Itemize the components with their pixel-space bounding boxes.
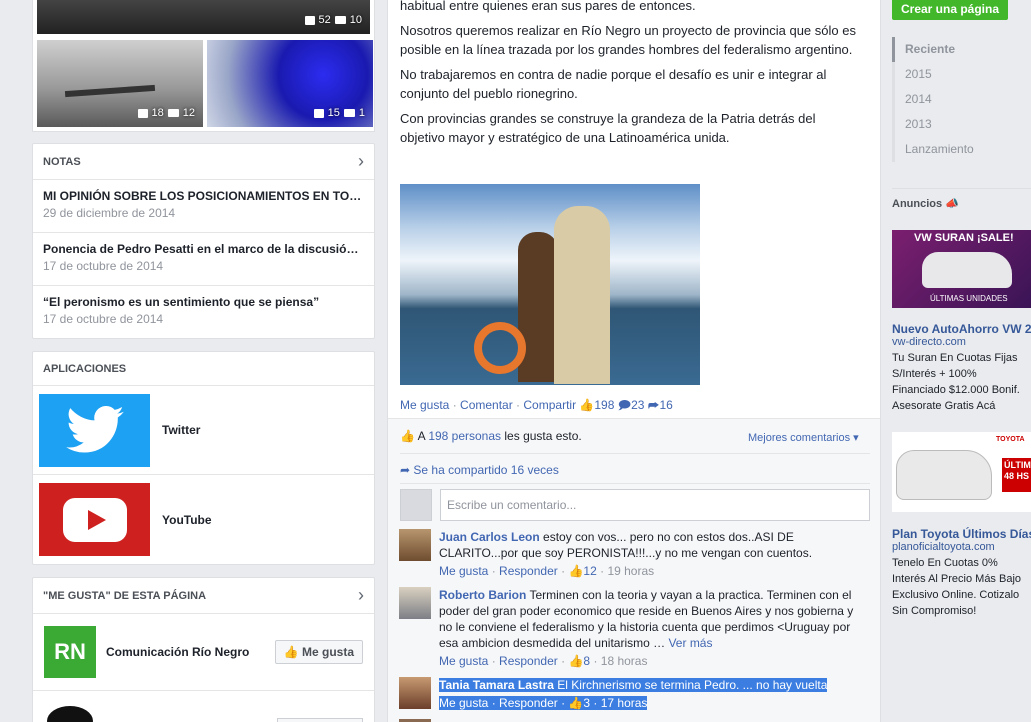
apps-card: APLICACIONES Twitter YouTube [32,351,375,565]
post-text: habitual entre quienes eran sus pares de… [400,0,856,145]
thumb-up-icon: 👍 [568,654,584,668]
apps-header: APLICACIONES [33,352,374,386]
note-item[interactable]: “El peronismo es un sentimiento que se p… [33,286,374,339]
rn-logo[interactable]: RN [44,626,96,678]
chevron-right-icon[interactable]: › [358,585,364,606]
car-shape [896,450,992,500]
like-page-button[interactable]: 👍 Me gusta [274,640,363,664]
youtube-icon[interactable] [39,483,150,556]
year-recent[interactable]: Reciente [892,37,1031,62]
app-twitter[interactable]: Twitter [33,386,374,475]
like-icon [313,108,324,118]
share-icon[interactable]: ➦ [648,398,660,412]
like-link[interactable]: Me gusta [400,398,449,412]
right-sidebar: Crear una página Reciente 2015 2014 2013… [892,0,1031,722]
note-item[interactable]: Ponencia de Pedro Pesatti en el marco de… [33,233,374,286]
app-youtube[interactable]: YouTube [33,475,374,564]
like-page-button[interactable] [277,718,363,722]
person-shape [518,232,558,382]
photo-tile[interactable]: 52 10 [37,0,370,34]
thumb-up-icon: 👍 [400,429,415,443]
shared-link[interactable]: ➦ Se ha compartido 16 veces [400,463,559,477]
avatar[interactable] [47,706,93,722]
year-2015[interactable]: 2015 [892,62,1031,87]
avatar[interactable] [399,677,431,709]
divider [892,188,1031,189]
comment-item: Tania Tamara Lastra El Kirchnerismo se t… [399,677,869,711]
create-page-button[interactable]: Crear una página [892,0,1008,20]
divider [400,483,870,484]
top-comments-dropdown[interactable]: Mejores comentarios ▾ [748,431,859,444]
avatar[interactable] [399,587,431,619]
photo-stats: 15 1 [313,107,365,119]
share-link[interactable]: Compartir [523,398,576,412]
avatar [400,489,432,521]
photo-tile[interactable]: 18 12 [37,40,203,127]
photo-stats: 52 10 [304,14,362,26]
page-likes-header[interactable]: "ME GUSTA" DE ESTA PÁGINA › [33,578,374,614]
year-2013[interactable]: 2013 [892,112,1031,137]
chevron-right-icon[interactable]: › [358,151,364,172]
liked-page-item[interactable]: RN Comunicación Río Negro 👍 Me gusta [33,614,374,691]
share-icon: ➦ [400,463,411,477]
caret-down-icon: ▾ [853,432,859,444]
like-icon [137,108,148,118]
photo-stats: 18 12 [137,107,195,119]
notes-card: NOTAS › MI OPINIÓN SOBRE LOS POSICIONAMIE… [32,143,375,339]
ad-banner-vw[interactable]: VW SURAN ¡SALE! ÚLTIMAS UNIDADES [892,230,1031,308]
ad-text-toyota: Plan Toyota Últimos Días planoficialtoyo… [892,527,1031,617]
comment-item: Juan Carlos Leon estoy con vos... pero n… [399,529,869,579]
note-item[interactable]: MI OPINIÓN SOBRE LOS POSICIONAMIENTOS EN… [33,180,374,233]
thumb-up-icon: 👍 [568,696,584,710]
page-likes-card: "ME GUSTA" DE ESTA PÁGINA › RN Comunicaci… [32,577,375,722]
comment-input[interactable]: Escribe un comentario... [440,489,870,521]
photo-tile[interactable]: 15 1 [207,40,373,127]
comment-icon[interactable]: 🗩 [618,398,631,412]
megaphone-icon: 📣 [945,198,959,210]
liked-page-name[interactable]: Comunicación Río Negro [106,645,275,659]
photos-card: 52 10 18 12 15 1 [32,0,375,132]
person-shape [554,206,610,384]
year-nav: Reciente 2015 2014 2013 Lanzamiento [892,37,1031,162]
comment-link[interactable]: Comentar [460,398,513,412]
year-launch[interactable]: Lanzamiento [892,137,1031,162]
ads-header: Anuncios 📣 [892,198,959,210]
thumb-up-icon[interactable]: 👍 [579,398,594,412]
year-2014[interactable]: 2014 [892,87,1031,112]
thumb-up-icon: 👍 [568,564,584,578]
liked-by: 👍 A 198 personas les gusta esto. [400,429,582,443]
comment-icon [343,109,355,117]
ad-banner-toyota[interactable]: TOYOTA ÚLTIMAS 48 HS [892,432,1031,512]
comment-icon [334,16,346,24]
post-actions: Me gusta · Comentar · Compartir 👍198 🗩23… [400,398,673,412]
divider [400,453,870,454]
comment-icon [167,109,179,117]
twitter-icon[interactable] [39,393,150,467]
airplane-shape [64,84,156,98]
ad-text-vw: Nuevo AutoAhorro VW 201 vw-directo.com T… [892,322,1031,412]
like-icon [304,15,315,25]
avatar[interactable] [399,529,431,561]
lifebuoy-shape [474,322,526,374]
comment-item: Roberto Barion Terminen con la teoria y … [399,587,869,669]
notes-header[interactable]: NOTAS › [33,144,374,180]
post-photo[interactable] [400,184,700,385]
car-shape [922,252,1012,288]
